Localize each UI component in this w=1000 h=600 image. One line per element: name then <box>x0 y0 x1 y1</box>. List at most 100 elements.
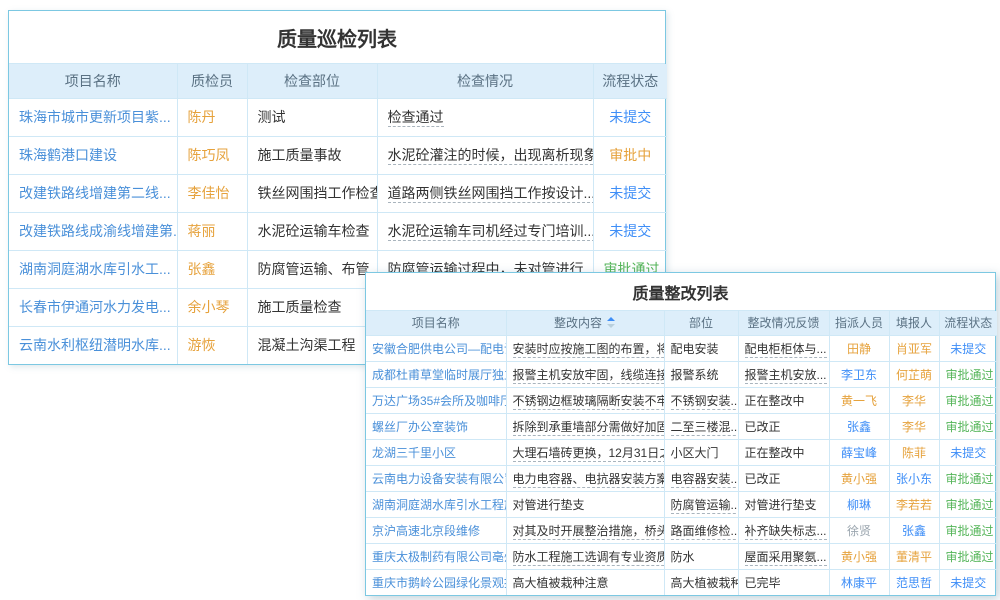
content-cell: 对管进行垫支 <box>506 491 664 517</box>
project-name-text[interactable]: 云南水利枢纽潜明水库... <box>19 337 171 353</box>
reporter-text: 李若若 <box>896 498 932 512</box>
reporter-cell: 李华 <box>889 413 939 439</box>
project-name-text[interactable]: 万达广场35#会所及咖啡厅空... <box>372 394 506 408</box>
project-name-text[interactable]: 湖南洞庭湖水库引水工程施工1标 <box>372 498 506 512</box>
project-name-cell: 龙湖三千里小区 <box>366 439 506 465</box>
part-cell: 防腐管运输... <box>664 491 738 517</box>
project-name-text[interactable]: 云南电力设备安装有限公司20... <box>372 472 506 486</box>
feedback-text: 补齐缺失标志... <box>745 524 827 540</box>
status-text: 审批通过 <box>946 472 994 486</box>
assignee-cell: 张鑫 <box>829 413 889 439</box>
column-header: 指派人员 <box>829 311 889 335</box>
column-header: 检查情况 <box>377 64 593 98</box>
inspector-cell: 张鑫 <box>177 250 247 288</box>
status-text: 审批通过 <box>946 550 994 564</box>
content-text: 电力电容器、电抗器安装方案... <box>513 472 665 488</box>
inspector-cell: 李佳怡 <box>177 174 247 212</box>
assignee-cell: 黄小强 <box>829 543 889 569</box>
status-cell: 审批通过 <box>939 465 997 491</box>
table-row: 重庆市鹅岭公园绿化景观提升...高大植被栽种注意高大植被栽种已完毕林康平范思哲未… <box>366 569 997 595</box>
reporter-text: 张小东 <box>896 472 932 486</box>
project-name-text[interactable]: 京沪高速北京段维修 <box>372 524 480 538</box>
part-cell: 路面维修检... <box>664 517 738 543</box>
feedback-text: 正在整改中 <box>745 394 805 408</box>
assignee-cell: 徐贤 <box>829 517 889 543</box>
project-name-cell: 改建铁路线增建第二线... <box>9 174 177 212</box>
column-header-label: 整改情况反馈 <box>747 316 819 330</box>
project-name-cell: 重庆太极制药有限公司亳州中... <box>366 543 506 569</box>
content-cell: 电力电容器、电抗器安装方案... <box>506 465 664 491</box>
feedback-cell: 补齐缺失标志... <box>738 517 829 543</box>
project-name-text[interactable]: 螺丝厂办公室装饰 <box>372 420 468 434</box>
reporter-text: 陈菲 <box>902 446 926 460</box>
reporter-cell: 张鑫 <box>889 517 939 543</box>
status-cell: 审批通过 <box>939 387 997 413</box>
content-text: 防水工程施工选调有专业资质... <box>513 550 665 566</box>
part-cell: 高大植被栽种 <box>664 569 738 595</box>
assignee-text: 李卫东 <box>841 368 877 382</box>
location-cell: 测试 <box>247 98 377 136</box>
assignee-cell: 柳琳 <box>829 491 889 517</box>
feedback-cell: 报警主机安放... <box>738 361 829 387</box>
table-row: 京沪高速北京段维修 对其及时开展整治措施，桥头...路面维修检... 补齐缺失标志.… <box>366 517 997 543</box>
table-row: 万达广场35#会所及咖啡厅空...不锈钢边框玻璃隔断安装不牢...不锈钢安装..… <box>366 387 997 413</box>
rectification-table-card: 质量整改列表 项目名称整改内容部位整改情况反馈指派人员填报人流程状态 安徽合肥供… <box>365 272 996 596</box>
status-cell: 未提交 <box>593 212 667 250</box>
part-text: 配电安装 <box>671 342 719 356</box>
status-text: 审批中 <box>609 147 651 163</box>
column-header: 填报人 <box>889 311 939 335</box>
reporter-text: 李华 <box>902 394 926 408</box>
project-name-text[interactable]: 成都杜甫草堂临时展厅独立展... <box>372 368 506 382</box>
status-cell: 未提交 <box>939 569 997 595</box>
project-name-cell: 螺丝厂办公室装饰 <box>366 413 506 439</box>
project-name-text[interactable]: 重庆太极制药有限公司亳州中... <box>372 550 506 564</box>
project-name-text[interactable]: 珠海鹤港口建设 <box>19 147 117 163</box>
feedback-text: 屋面采用聚氨... <box>745 550 827 566</box>
inspector-text: 张鑫 <box>188 261 216 277</box>
content-cell: 安装时应按施工图的布置，将... <box>506 335 664 361</box>
content-cell: 对其及时开展整治措施，桥头... <box>506 517 664 543</box>
sort-icon[interactable] <box>606 317 616 329</box>
column-header-sortable[interactable]: 整改内容 <box>506 311 664 335</box>
inspector-text: 游恢 <box>188 337 216 353</box>
part-cell: 电容器安装... <box>664 465 738 491</box>
feedback-text: 配电柜柜体与... <box>745 342 827 358</box>
project-name-text[interactable]: 湖南洞庭湖水库引水工... <box>19 261 171 277</box>
column-header-label: 项目名称 <box>65 73 121 89</box>
status-cell: 审批通过 <box>939 543 997 569</box>
column-header-label: 填报人 <box>896 316 932 330</box>
reporter-cell: 肖亚军 <box>889 335 939 361</box>
feedback-text: 正在整改中 <box>745 446 805 460</box>
part-text: 小区大门 <box>671 446 719 460</box>
table-row: 龙湖三千里小区大理石墙砖更换，12月31日之...小区大门正在整改中薛宝峰陈菲未… <box>366 439 997 465</box>
situation-cell: 道路两侧铁丝网围挡工作按设计... <box>377 174 593 212</box>
project-name-text[interactable]: 长春市伊通河水力发电... <box>19 299 171 315</box>
project-name-text[interactable]: 安徽合肥供电公司—配电设备... <box>372 342 506 356</box>
part-text: 高大植被栽种 <box>671 576 739 590</box>
status-text: 未提交 <box>609 223 651 239</box>
situation-text: 检查通过 <box>388 109 444 127</box>
project-name-text[interactable]: 珠海市城市更新项目紫... <box>19 109 171 125</box>
assignee-text: 田静 <box>847 342 871 356</box>
part-cell: 防水 <box>664 543 738 569</box>
status-text: 未提交 <box>950 576 986 590</box>
assignee-cell: 黄小强 <box>829 465 889 491</box>
status-cell: 未提交 <box>593 98 667 136</box>
inspector-text: 蒋丽 <box>188 223 216 239</box>
content-text: 大理石墙砖更换，12月31日之... <box>513 446 665 462</box>
location-cell: 防腐管运输、布管 <box>247 250 377 288</box>
table-row: 云南电力设备安装有限公司20... 电力电容器、电抗器安装方案...电容器安装..… <box>366 465 997 491</box>
location-cell: 铁丝网围挡工作检查 <box>247 174 377 212</box>
status-text: 审批通过 <box>946 368 994 382</box>
project-name-text[interactable]: 改建铁路线成渝线增建第... <box>19 223 177 239</box>
location-text: 防腐管运输、布管 <box>258 261 370 277</box>
project-name-text[interactable]: 改建铁路线增建第二线... <box>19 185 171 201</box>
content-cell: 报警主机安放牢固，线缆连接... <box>506 361 664 387</box>
project-name-text[interactable]: 龙湖三千里小区 <box>372 446 456 460</box>
project-name-text[interactable]: 重庆市鹅岭公园绿化景观提升... <box>372 576 506 590</box>
project-name-cell: 湖南洞庭湖水库引水工程施工1标 <box>366 491 506 517</box>
table-row: 安徽合肥供电公司—配电设备...安装时应按施工图的布置，将... 配电安装 配电柜柜… <box>366 335 997 361</box>
content-text: 拆除到承重墙部分需做好加固... <box>513 420 665 436</box>
status-cell: 审批通过 <box>939 413 997 439</box>
part-text: 二至三楼混... <box>671 420 739 436</box>
